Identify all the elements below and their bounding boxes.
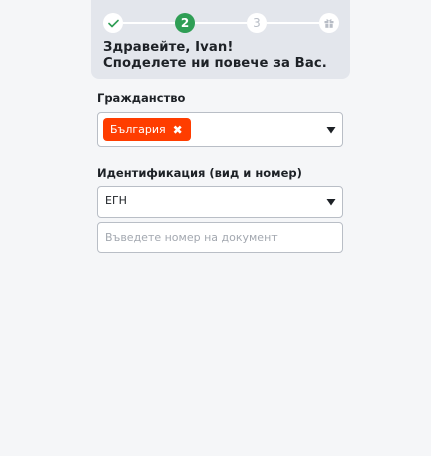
greeting-title: Здравейте, Ivan! <box>103 40 234 55</box>
step-1-done[interactable] <box>103 13 123 33</box>
step-4-gift[interactable] <box>319 13 339 33</box>
step-number: 2 <box>180 16 190 30</box>
selected-country-chip: България ✖ <box>103 118 191 141</box>
citizenship-label: Гражданство <box>97 91 186 105</box>
document-number-input[interactable] <box>97 222 343 253</box>
gift-icon <box>324 19 334 28</box>
greeting-subtitle: Споделете ни повече за Вас. <box>103 56 327 71</box>
step-3[interactable]: 3 <box>247 13 267 33</box>
caret-down-icon[interactable] <box>326 126 336 134</box>
progress-header: 2 3 Здравейте, Ivan! Споделете ни повече… <box>91 0 350 79</box>
remove-country-icon[interactable]: ✖ <box>173 124 183 136</box>
caret-down-icon[interactable] <box>326 198 336 206</box>
citizenship-select[interactable]: България ✖ <box>97 112 343 147</box>
id-type-select[interactable]: ЕГН <box>97 186 343 218</box>
greeting: Здравейте, Ivan! Споделете ни повече за … <box>103 40 343 72</box>
identification-label: Идентификация (вид и номер) <box>97 166 302 180</box>
step-connector <box>123 22 175 24</box>
id-type-value: ЕГН <box>105 194 127 207</box>
step-connector <box>267 22 319 24</box>
step-number: 3 <box>253 16 261 30</box>
check-icon <box>107 19 119 27</box>
step-connector <box>195 22 247 24</box>
stepper: 2 3 <box>103 11 339 35</box>
selected-country: България <box>110 123 166 136</box>
step-2-active[interactable]: 2 <box>175 13 195 33</box>
